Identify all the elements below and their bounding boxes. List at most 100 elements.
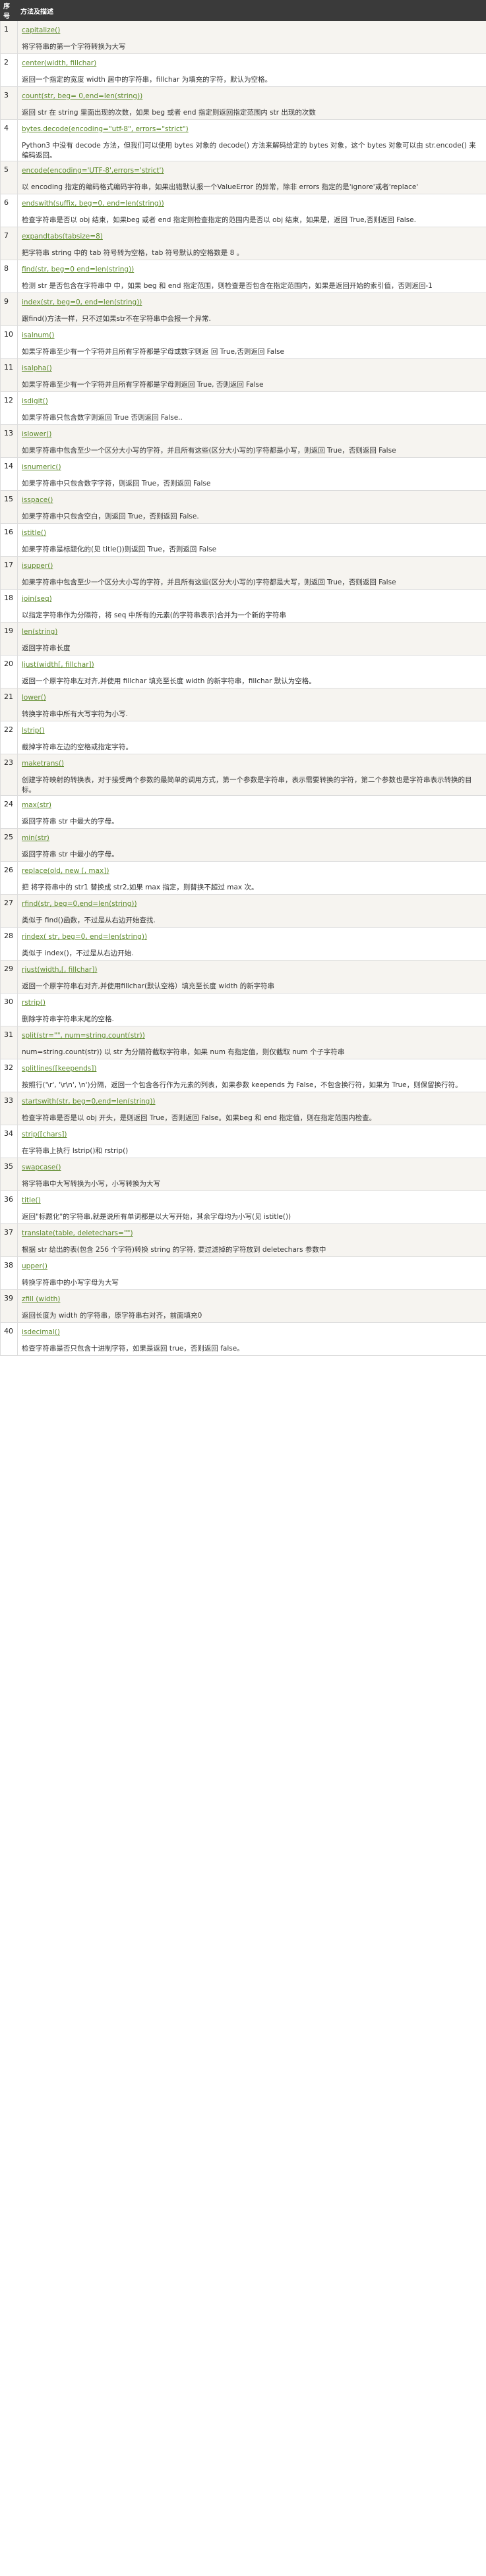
- table-row: 29 rjust(width,[, fillchar]) 返回一个原字符串右对齐,并…: [0, 960, 486, 994]
- row-index: 37: [0, 1223, 18, 1257]
- method-description: 如果字符串只包含数字则返回 True 否则返回 False..: [22, 414, 183, 422]
- method-link[interactable]: upper(): [22, 1262, 47, 1271]
- method-description: 返回一个原字符串右对齐,并使用fillchar(默认空格）填充至长度 width…: [22, 982, 275, 990]
- method-link[interactable]: center(width, fillchar): [22, 59, 96, 68]
- method-link[interactable]: lstrip(): [22, 727, 45, 735]
- method-description: 按照行('\r', '\r\n', \n')分隔，返回一个包含各行作为元素的列表…: [22, 1081, 462, 1089]
- row-index: 9: [0, 293, 18, 326]
- method-link[interactable]: bytes.decode(encoding="utf-8", errors="s…: [22, 125, 189, 134]
- method-link[interactable]: rstrip(): [22, 999, 46, 1007]
- row-index: 10: [0, 325, 18, 359]
- table-row: 15 isspace() 如果字符串中只包含空白，则返回 True，否则返回 Fal…: [0, 490, 486, 524]
- row-index: 8: [0, 260, 18, 293]
- row-description-cell: isspace() 如果字符串中只包含空白，则返回 True，否则返回 False…: [17, 490, 486, 524]
- row-index: 18: [0, 589, 18, 623]
- method-link[interactable]: isspace(): [22, 496, 53, 505]
- row-index: 30: [0, 993, 18, 1026]
- row-description-cell: rjust(width,[, fillchar]) 返回一个原字符串右对齐,并使用…: [17, 960, 486, 994]
- method-link[interactable]: strip([chars]): [22, 1131, 67, 1139]
- row-index: 3: [0, 86, 18, 120]
- method-link[interactable]: min(str): [22, 834, 49, 843]
- row-description-cell: maketrans() 创建字符映射的转换表，对于接受两个参数的最简单的调用方式，…: [17, 754, 486, 796]
- method-link[interactable]: swapcase(): [22, 1163, 61, 1172]
- method-link[interactable]: isnumeric(): [22, 463, 61, 472]
- table-row: 36 title() 返回"标题化"的字符串,就是说所有单词都是以大写开始，其余字母…: [0, 1190, 486, 1224]
- method-description: 返回一个原字符串左对齐,并使用 fillchar 填充至长度 width 的新字…: [22, 677, 316, 685]
- table-row: 5 encode(encoding='UTF-8',errors='strict'…: [0, 161, 486, 194]
- method-link[interactable]: zfill (width): [22, 1295, 60, 1304]
- method-link[interactable]: isdigit(): [22, 397, 48, 406]
- table-row: 13 islower() 如果字符串中包含至少一个区分大小写的字符，并且所有这些(区…: [0, 424, 486, 458]
- row-index: 22: [0, 721, 18, 754]
- row-index: 20: [0, 655, 18, 688]
- method-link[interactable]: ljust(width[, fillchar]): [22, 661, 94, 669]
- method-link[interactable]: isupper(): [22, 562, 53, 571]
- table-row: 28 rindex( str, beg=0, end=len(string)) 类似…: [0, 927, 486, 961]
- row-description-cell: center(width, fillchar) 返回一个指定的宽度 width 居…: [17, 53, 486, 87]
- method-link[interactable]: expandtabs(tabsize=8): [22, 233, 103, 241]
- row-description-cell: max(str) 返回字符串 str 中最大的字母。: [17, 795, 486, 829]
- row-description-cell: index(str, beg=0, end=len(string)) 跟find(…: [17, 293, 486, 326]
- method-link[interactable]: encode(encoding='UTF-8',errors='strict'): [22, 167, 164, 175]
- row-description-cell: strip([chars]) 在字符串上执行 lstrip()和 rstrip(): [17, 1125, 486, 1158]
- table-row: 32 splitlines([keepends]) 按照行('\r', '\r\n'…: [0, 1059, 486, 1092]
- table-row: 1 capitalize() 将字符串的第一个字符转换为大写: [0, 20, 486, 54]
- method-link[interactable]: rfind(str, beg=0,end=len(string)): [22, 900, 137, 909]
- table-row: 14 isnumeric() 如果字符串中只包含数字字符，则返回 True，否则返回…: [0, 457, 486, 491]
- row-description-cell: endswith(suffix, beg=0, end=len(string))…: [17, 194, 486, 227]
- row-index: 27: [0, 894, 18, 928]
- row-description-cell: upper() 转换字符串中的小写字母为大写: [17, 1256, 486, 1290]
- method-description: 返回字符串长度: [22, 644, 71, 652]
- method-link[interactable]: lower(): [22, 694, 46, 702]
- method-link[interactable]: len(string): [22, 628, 57, 636]
- method-description: 如果字符串至少有一个字符并且所有字符都是字母则返回 True, 否则返回 Fal…: [22, 381, 264, 389]
- method-link[interactable]: capitalize(): [22, 26, 60, 35]
- method-link[interactable]: rjust(width,[, fillchar]): [22, 966, 97, 974]
- method-link[interactable]: replace(old, new [, max]): [22, 867, 109, 876]
- method-link[interactable]: max(str): [22, 801, 51, 810]
- table-row: 26 replace(old, new [, max]) 把 将字符串中的 str1…: [0, 861, 486, 895]
- row-description-cell: translate(table, deletechars="") 根据 str 给…: [17, 1223, 486, 1257]
- row-index: 24: [0, 795, 18, 829]
- row-index: 26: [0, 861, 18, 895]
- row-index: 34: [0, 1125, 18, 1158]
- string-methods-table: 序号 方法及描述 1 capitalize() 将字符串的第一个字符转换为大写 2 ce…: [0, 0, 486, 1356]
- method-description: 把 将字符串中的 str1 替换成 str2,如果 max 指定，则替换不超过 …: [22, 883, 258, 891]
- table-row: 37 translate(table, deletechars="") 根据 str…: [0, 1223, 486, 1257]
- table-row: 35 swapcase() 将字符串中大写转换为小写，小写转换为大写: [0, 1158, 486, 1191]
- table-row: 19 len(string) 返回字符串长度: [0, 622, 486, 656]
- method-link[interactable]: join(seq): [22, 595, 52, 603]
- method-description: 以指定字符串作为分隔符，将 seq 中所有的元素(的字符串表示)合并为一个新的字…: [22, 611, 286, 619]
- method-link[interactable]: index(str, beg=0, end=len(string)): [22, 298, 142, 307]
- method-description: 创建字符映射的转换表，对于接受两个参数的最简单的调用方式，第一个参数是字符串，表…: [22, 776, 472, 794]
- method-link[interactable]: isalnum(): [22, 331, 54, 340]
- method-link[interactable]: endswith(suffix, beg=0, end=len(string)): [22, 200, 164, 208]
- method-description: 类似于 index()，不过是从右边开始.: [22, 949, 134, 957]
- row-description-cell: encode(encoding='UTF-8',errors='strict')…: [17, 161, 486, 194]
- row-description-cell: isnumeric() 如果字符串中只包含数字字符，则返回 True，否则返回 F…: [17, 457, 486, 491]
- method-link[interactable]: islower(): [22, 430, 51, 439]
- method-link[interactable]: count(str, beg= 0,end=len(string)): [22, 92, 142, 101]
- table-row: 20 ljust(width[, fillchar]) 返回一个原字符串左对齐,并使…: [0, 655, 486, 688]
- method-link[interactable]: find(str, beg=0 end=len(string)): [22, 266, 134, 274]
- row-index: 17: [0, 556, 18, 590]
- row-index: 38: [0, 1256, 18, 1290]
- method-link[interactable]: splitlines([keepends]): [22, 1065, 96, 1073]
- method-link[interactable]: maketrans(): [22, 760, 64, 768]
- method-link[interactable]: istitle(): [22, 529, 46, 538]
- table-row: 12 isdigit() 如果字符串只包含数字则返回 True 否则返回 False…: [0, 391, 486, 425]
- method-link[interactable]: startswith(str, beg=0,end=len(string)): [22, 1098, 156, 1106]
- row-index: 28: [0, 927, 18, 961]
- row-index: 35: [0, 1158, 18, 1191]
- row-description-cell: count(str, beg= 0,end=len(string)) 返回 str…: [17, 86, 486, 120]
- row-index: 16: [0, 523, 18, 557]
- method-link[interactable]: rindex( str, beg=0, end=len(string)): [22, 933, 147, 941]
- row-description-cell: isdigit() 如果字符串只包含数字则返回 True 否则返回 False..: [17, 391, 486, 425]
- table-row: 40 isdecimal() 检查字符串是否只包含十进制字符，如果是返回 true，…: [0, 1322, 486, 1356]
- method-link[interactable]: translate(table, deletechars=""): [22, 1229, 133, 1238]
- method-link[interactable]: isdecimal(): [22, 1328, 60, 1337]
- method-link[interactable]: isalpha(): [22, 364, 52, 373]
- method-link[interactable]: title(): [22, 1196, 41, 1205]
- method-link[interactable]: split(str="", num=string.count(str)): [22, 1032, 145, 1040]
- table-row: 7 expandtabs(tabsize=8) 把字符串 string 中的 tab…: [0, 227, 486, 260]
